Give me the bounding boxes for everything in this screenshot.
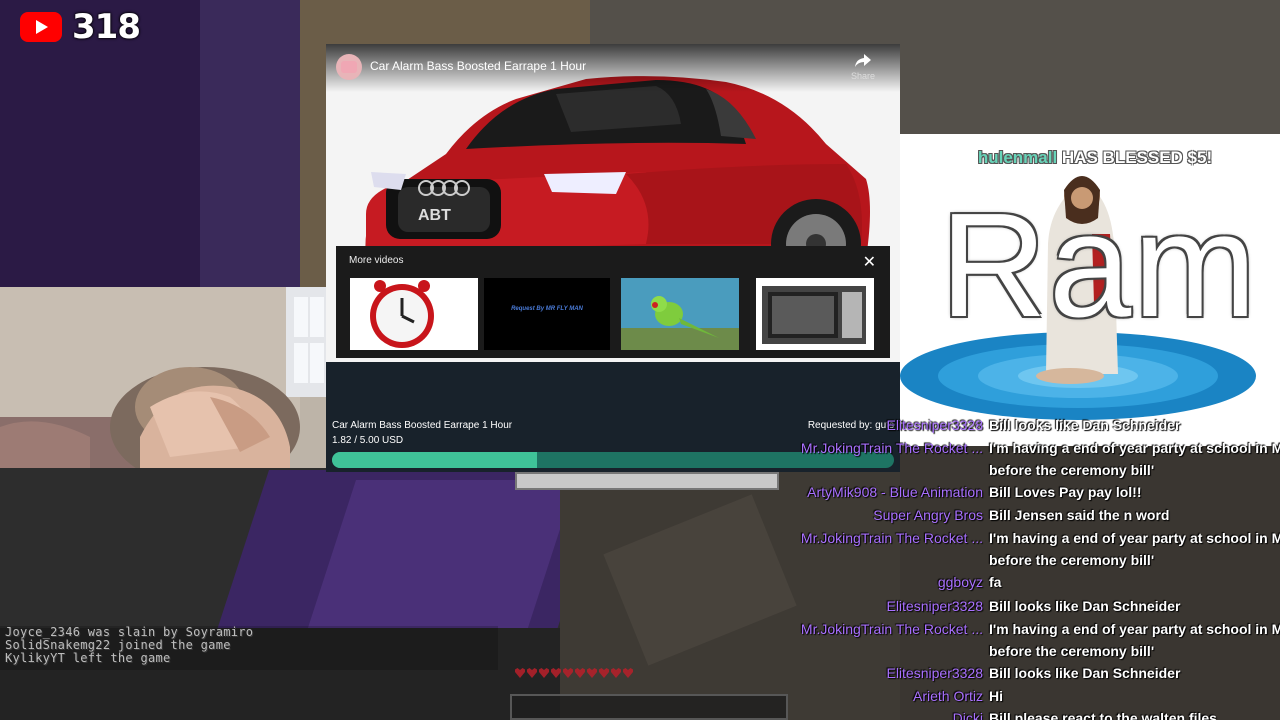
heart-icon <box>611 668 621 678</box>
thumbnail-parrot[interactable] <box>621 278 739 350</box>
chat-text: Bill looks like Dan Schneider <box>989 417 1181 433</box>
heart-icon <box>539 668 549 678</box>
media-request-title: Car Alarm Bass Boosted Earrape 1 Hour <box>332 420 513 431</box>
chat-username: Mr.JokingTrain The Rocket ... <box>800 621 983 637</box>
more-videos-panel: More videos ✕ Request By MR FLY MAN <box>336 246 890 358</box>
media-request-amount: 1.82 / 5.00 USD <box>332 435 404 446</box>
share-label: Share <box>850 71 876 81</box>
chat-text: I'm having a end of year party at school… <box>989 621 1280 637</box>
chat-text: Bill Loves Pay pay lol!! <box>989 484 1142 500</box>
alert-big-text: Ram <box>940 183 1259 348</box>
chat-text: Bill please react to the walten files <box>989 710 1217 720</box>
thumbnail-caption: Request By MR FLY MAN <box>511 306 583 312</box>
chat-text: before the ceremony bill' <box>989 462 1155 478</box>
video-player[interactable]: ABT Car Alarm Bass Boosted Earrape 1 Hou… <box>326 44 900 362</box>
chat-username: Dicki <box>952 710 983 720</box>
share-button[interactable]: Share <box>848 54 878 84</box>
chat-username: Elitesniper3328 <box>886 598 983 614</box>
alert-message: HAS BLESSED $5! <box>1057 148 1213 167</box>
hud-bar <box>515 472 779 490</box>
webcam-feed <box>0 287 326 468</box>
chat-text: Bill looks like Dan Schneider <box>989 665 1181 681</box>
health-bar <box>515 668 633 678</box>
alert-title: hulenmall HAS BLESSED $5! <box>900 148 1280 168</box>
chat-text: Bill looks like Dan Schneider <box>989 598 1181 614</box>
heart-icon <box>551 668 561 678</box>
thumbnail-request[interactable]: Request By MR FLY MAN <box>484 278 610 350</box>
alert-username: hulenmall <box>977 148 1058 167</box>
game-chat-line: KylikyYT left the game <box>5 651 171 665</box>
chat-text: Hi <box>989 688 1003 704</box>
chat-text: I'm having a end of year party at school… <box>989 440 1280 456</box>
share-icon <box>855 54 871 67</box>
chat-text: fa <box>989 574 1002 590</box>
chat-username: Elitesniper3328 <box>886 417 983 433</box>
heart-icon <box>575 668 585 678</box>
viewer-count: 318 <box>72 7 141 47</box>
thumbnail-microwave[interactable] <box>756 278 874 350</box>
heart-icon <box>563 668 573 678</box>
chat-username: Arieth Ortiz <box>912 688 983 704</box>
thumbnail-clock[interactable] <box>350 278 478 350</box>
heart-icon <box>587 668 597 678</box>
youtube-icon <box>20 12 62 42</box>
chat-username: Mr.JokingTrain The Rocket ... <box>800 440 983 456</box>
chat-text: Bill Jensen said the n word <box>989 507 1170 523</box>
heart-icon <box>623 668 633 678</box>
more-videos-label: More videos <box>349 255 404 266</box>
media-request-progress-fill <box>332 452 537 468</box>
viewer-badge: 318 <box>20 7 141 47</box>
chat-username: Super Angry Bros <box>873 507 983 523</box>
video-title[interactable]: Car Alarm Bass Boosted Earrape 1 Hour <box>370 59 586 73</box>
heart-icon <box>515 668 525 678</box>
chat-text: before the ceremony bill' <box>989 643 1155 659</box>
svg-text:ABT: ABT <box>418 207 451 224</box>
close-icon[interactable]: ✕ <box>863 252 876 272</box>
heart-icon <box>599 668 609 678</box>
donation-alert: hulenmall HAS BLESSED $5! Ram <box>900 134 1280 446</box>
hotbar <box>510 694 788 720</box>
heart-icon <box>527 668 537 678</box>
chat-text: before the ceremony bill' <box>989 552 1155 568</box>
chat-username: ArtyMik908 - Blue Animation <box>807 484 983 500</box>
chat-username: ggboyz <box>937 574 983 590</box>
channel-avatar[interactable] <box>336 54 362 80</box>
game-chat: Joyce_2346 was slain by Soyramiro SolidSn… <box>0 626 498 670</box>
chat-username: Mr.JokingTrain The Rocket ... <box>800 530 983 546</box>
chat-username: Elitesniper3328 <box>886 665 983 681</box>
stream-chat: Elitesniper3328 Bill looks like Dan Schne… <box>760 414 1280 720</box>
chat-text: I'm having a end of year party at school… <box>989 530 1280 546</box>
